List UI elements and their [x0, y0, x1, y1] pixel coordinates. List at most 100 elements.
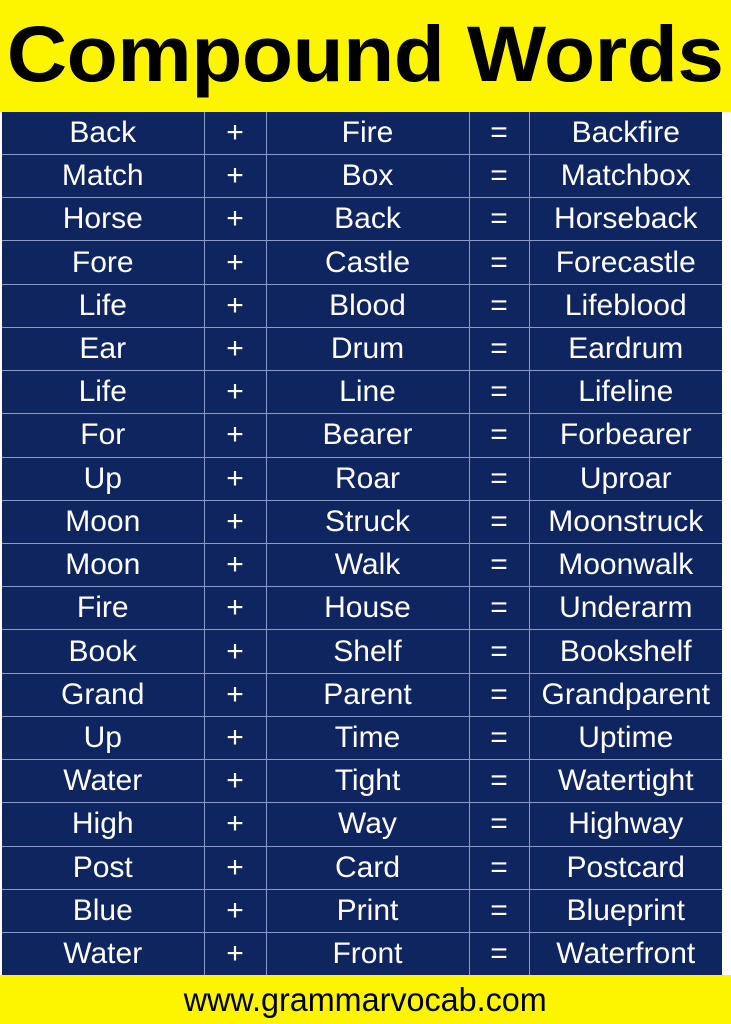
equals-operator-cell: = [469, 240, 530, 285]
second-word-cell: Walk [266, 543, 470, 588]
first-word-cell: Water [2, 759, 205, 804]
compound-word-cell: Backfire [529, 112, 722, 156]
equals-operator-cell: = [469, 629, 530, 674]
first-word-cell: Fire [2, 586, 205, 631]
first-word-cell: Life [2, 284, 205, 328]
first-word-cell: For [2, 413, 205, 458]
second-word-cell: Tight [266, 759, 470, 804]
equals-operator-cell: = [469, 716, 530, 761]
plus-operator-cell: + [204, 500, 267, 544]
plus-operator-cell: + [204, 586, 267, 631]
second-word-cell: Way [266, 802, 470, 847]
equals-operator-cell: = [469, 197, 530, 242]
table-row: For + Bearer = Forbearer [2, 413, 722, 458]
plus-operator-cell: + [204, 154, 267, 199]
compound-word-cell: Horseback [529, 197, 722, 242]
table-row: Moon + Walk = Moonwalk [2, 543, 722, 588]
equals-operator-cell: = [469, 457, 530, 501]
second-word-cell: Parent [266, 673, 470, 717]
table-row: Water + Tight = Watertight [2, 759, 722, 804]
second-word-cell: Drum [266, 327, 470, 372]
second-word-cell: Line [266, 370, 470, 415]
second-word-cell: Fire [266, 112, 470, 156]
compound-word-cell: Matchbox [529, 154, 722, 199]
first-word-cell: Horse [2, 197, 205, 242]
first-word-cell: Moon [2, 500, 205, 544]
equals-operator-cell: = [469, 370, 530, 415]
plus-operator-cell: + [204, 240, 267, 285]
table-row: Match + Box = Matchbox [2, 154, 722, 199]
first-word-cell: Blue [2, 889, 205, 933]
second-word-cell: Front [266, 932, 470, 975]
first-word-cell: Fore [2, 240, 205, 285]
compound-word-cell: Forecastle [529, 240, 722, 285]
plus-operator-cell: + [204, 543, 267, 588]
table-row: Fire + House = Underarm [2, 586, 722, 631]
first-word-cell: Ear [2, 327, 205, 372]
plus-operator-cell: + [204, 284, 267, 328]
table-row: Blue + Print = Blueprint [2, 889, 722, 933]
second-word-cell: Struck [266, 500, 470, 544]
table-body: Back + Fire = Backfire Match + Box = Matchbox Hors… [2, 112, 722, 975]
compound-word-cell: Lifeblood [529, 284, 722, 328]
plus-operator-cell: + [204, 413, 267, 458]
second-word-cell: Shelf [266, 629, 470, 674]
compound-word-cell: Bookshelf [529, 629, 722, 674]
compound-word-cell: Uptime [529, 716, 722, 761]
first-word-cell: Up [2, 457, 205, 501]
second-word-cell: Back [266, 197, 470, 242]
first-word-cell: High [2, 802, 205, 847]
first-word-cell: Book [2, 629, 205, 674]
second-word-cell: Card [266, 846, 470, 890]
first-word-cell: Moon [2, 543, 205, 588]
page-title: Compound Words [7, 8, 724, 98]
compound-words-poster: Compound Words Back + Fire = Backfire Match + B… [0, 0, 731, 1024]
footer-banner: www.grammarvocab.com [0, 975, 731, 1024]
equals-operator-cell: = [469, 112, 530, 156]
compound-word-cell: Postcard [529, 846, 722, 890]
plus-operator-cell: + [204, 759, 267, 804]
second-word-cell: Castle [266, 240, 470, 285]
table-row: Up + Time = Uptime [2, 716, 722, 761]
plus-operator-cell: + [204, 673, 267, 717]
plus-operator-cell: + [204, 112, 267, 156]
equals-operator-cell: = [469, 846, 530, 890]
equals-operator-cell: = [469, 586, 530, 631]
plus-operator-cell: + [204, 932, 267, 975]
compound-word-cell: Underarm [529, 586, 722, 631]
compound-words-table: Back + Fire = Backfire Match + Box = Matchbox Hors… [2, 112, 722, 975]
table-row: Back + Fire = Backfire [2, 112, 722, 156]
equals-operator-cell: = [469, 284, 530, 328]
compound-word-cell: Blueprint [529, 889, 722, 933]
plus-operator-cell: + [204, 370, 267, 415]
first-word-cell: Back [2, 112, 205, 156]
plus-operator-cell: + [204, 327, 267, 372]
equals-operator-cell: = [469, 543, 530, 588]
compound-word-cell: Forbearer [529, 413, 722, 458]
table-row: Life + Line = Lifeline [2, 370, 722, 415]
plus-operator-cell: + [204, 716, 267, 761]
table-row: Post + Card = Postcard [2, 846, 722, 890]
first-word-cell: Grand [2, 673, 205, 717]
compound-word-cell: Moonwalk [529, 543, 722, 588]
equals-operator-cell: = [469, 154, 530, 199]
equals-operator-cell: = [469, 413, 530, 458]
table-row: Moon + Struck = Moonstruck [2, 500, 722, 544]
equals-operator-cell: = [469, 500, 530, 544]
compound-words-table-container: Back + Fire = Backfire Match + Box = Matchbox Hors… [0, 112, 731, 975]
table-row: Up + Roar = Uproar [2, 457, 722, 501]
compound-word-cell: Grandparent [529, 673, 722, 717]
equals-operator-cell: = [469, 673, 530, 717]
plus-operator-cell: + [204, 197, 267, 242]
plus-operator-cell: + [204, 802, 267, 847]
plus-operator-cell: + [204, 846, 267, 890]
equals-operator-cell: = [469, 802, 530, 847]
equals-operator-cell: = [469, 932, 530, 975]
first-word-cell: Up [2, 716, 205, 761]
table-row: Horse + Back = Horseback [2, 197, 722, 242]
title-banner: Compound Words [0, 0, 731, 112]
compound-word-cell: Moonstruck [529, 500, 722, 544]
second-word-cell: Roar [266, 457, 470, 501]
second-word-cell: Box [266, 154, 470, 199]
first-word-cell: Water [2, 932, 205, 975]
